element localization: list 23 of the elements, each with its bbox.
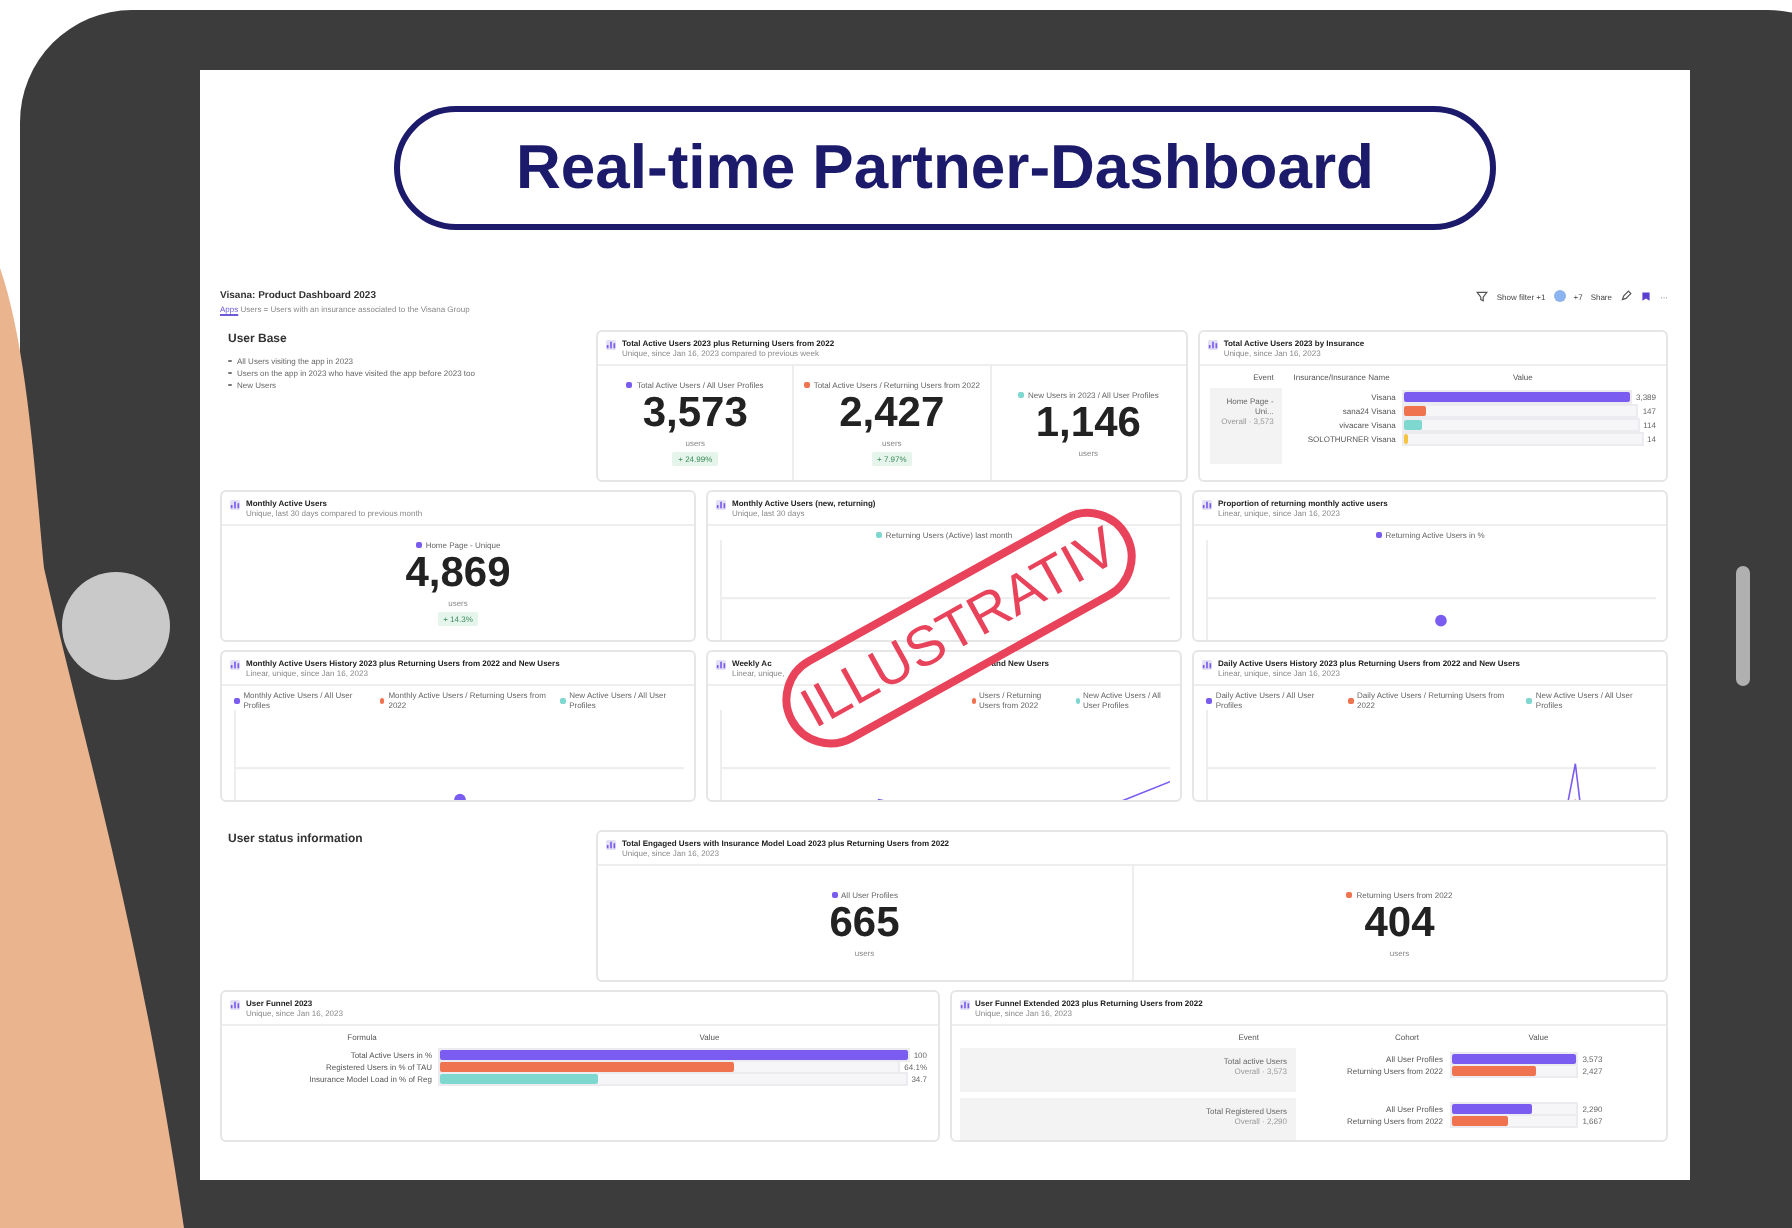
chart-icon xyxy=(716,660,726,670)
metric-value: 665 xyxy=(829,899,900,947)
metric-value: 3,573 xyxy=(642,390,748,438)
metric-value: 4,869 xyxy=(405,550,511,598)
pencil-icon[interactable] xyxy=(1620,290,1632,302)
chart-icon xyxy=(1202,500,1212,510)
banner-title: Real-time Partner-Dashboard xyxy=(394,106,1496,230)
metric-value: 1,146 xyxy=(1035,399,1141,447)
metric-value: 2,427 xyxy=(839,390,945,438)
chart-icon xyxy=(1207,340,1218,350)
chart-icon xyxy=(230,1000,240,1010)
chart-icon xyxy=(230,660,240,670)
metric-value: 404 xyxy=(1364,899,1435,947)
camera-icon xyxy=(62,572,170,680)
chart-icon xyxy=(716,500,726,510)
chart-icon xyxy=(959,1000,969,1010)
avatar-circle xyxy=(1553,290,1566,302)
chart-icon xyxy=(606,340,616,350)
filter-icon[interactable] xyxy=(1476,290,1489,302)
chart-icon xyxy=(230,500,240,510)
chart-icon xyxy=(606,840,616,850)
bookmark-icon[interactable] xyxy=(1640,290,1652,302)
chart-icon xyxy=(1202,660,1212,670)
